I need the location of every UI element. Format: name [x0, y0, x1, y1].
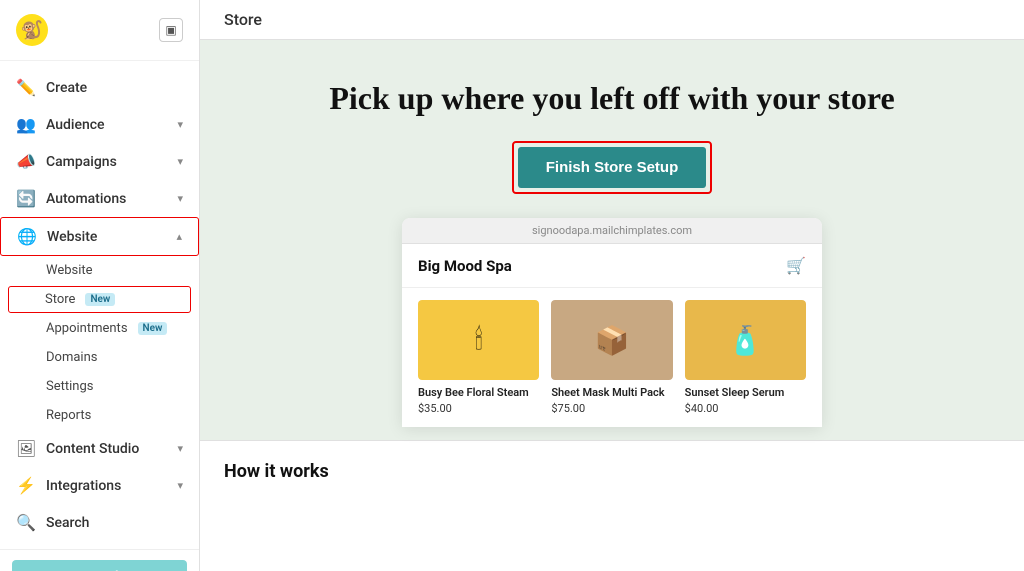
product-price-2: $75.00	[551, 402, 672, 415]
sidebar-nav: ✏️ Create 👥 Audience ▾ 📣 Campaigns ▾ 🔄 A…	[0, 61, 199, 549]
page-header: Store	[200, 0, 1024, 40]
preview-store-name: Big Mood Spa	[418, 257, 512, 275]
product-image-3: 🧴	[685, 300, 806, 380]
create-icon: ✏️	[16, 78, 36, 97]
sidebar-item-label: Create	[46, 80, 87, 96]
product-price-3: $40.00	[685, 402, 806, 415]
new-badge: New	[138, 322, 168, 335]
upgrade-button[interactable]: Upgrade	[12, 560, 187, 571]
sidebar-item-label: Campaigns	[46, 154, 117, 170]
finish-store-setup-button[interactable]: Finish Store Setup	[518, 147, 707, 188]
how-it-works-title: How it works	[224, 461, 329, 482]
sidebar-item-website-sub[interactable]: Website	[0, 256, 199, 285]
preview-product-3: 🧴 Sunset Sleep Serum $40.00	[685, 300, 806, 415]
store-preview-card: signoodapa.mailchimplates.com Big Mood S…	[402, 218, 822, 427]
automations-icon: 🔄	[16, 189, 36, 208]
chevron-down-icon: ▾	[177, 155, 183, 168]
how-it-works-section: How it works	[200, 440, 1024, 502]
sub-item-label: Settings	[46, 379, 93, 394]
product-name-1: Busy Bee Floral Steam	[418, 386, 539, 400]
sub-item-label: Domains	[46, 350, 97, 365]
search-icon: 🔍	[16, 513, 36, 532]
new-badge: New	[85, 293, 115, 306]
store-hero-section: Pick up where you left off with your sto…	[200, 40, 1024, 440]
preview-products-grid: 🕯 Busy Bee Floral Steam $35.00 📦 Sheet M…	[402, 288, 822, 427]
chevron-down-icon: ▾	[177, 479, 183, 492]
sub-item-label: Website	[46, 263, 93, 278]
sidebar-item-store-sub[interactable]: Store New	[8, 286, 191, 313]
preview-store-header: Big Mood Spa 🛒	[402, 244, 822, 288]
sidebar-item-integrations[interactable]: ⚡ Integrations ▾	[0, 467, 199, 504]
main-content: Store Pick up where you left off with yo…	[200, 0, 1024, 571]
sidebar-item-label: Automations	[46, 191, 126, 207]
chevron-up-icon: ▴	[176, 230, 182, 243]
sidebar-item-label: Integrations	[46, 478, 121, 494]
sidebar-item-audience[interactable]: 👥 Audience ▾	[0, 106, 199, 143]
sidebar-item-website[interactable]: 🌐 Website ▴	[0, 217, 199, 256]
chevron-down-icon: ▾	[177, 192, 183, 205]
mailchimp-logo: 🐒	[16, 14, 48, 46]
product-image-2: 📦	[551, 300, 672, 380]
sidebar: 🐒 ▣ ✏️ Create 👥 Audience ▾ 📣 Campaigns ▾…	[0, 0, 200, 571]
sub-item-label: Appointments	[46, 321, 128, 336]
sidebar-item-domains-sub[interactable]: Domains	[0, 343, 199, 372]
sidebar-item-settings-sub[interactable]: Settings	[0, 372, 199, 401]
chevron-down-icon: ▾	[177, 442, 183, 455]
toggle-icon: ▣	[165, 23, 176, 37]
campaigns-icon: 📣	[16, 152, 36, 171]
chevron-down-icon: ▾	[177, 118, 183, 131]
website-sub-nav: Website Store New Appointments New Domai…	[0, 256, 199, 430]
sidebar-item-campaigns[interactable]: 📣 Campaigns ▾	[0, 143, 199, 180]
content-studio-icon: 🖼	[16, 439, 36, 458]
sidebar-item-label: Search	[46, 515, 89, 531]
cart-icon: 🛒	[786, 256, 806, 275]
sidebar-item-reports-sub[interactable]: Reports	[0, 401, 199, 430]
hero-title: Pick up where you left off with your sto…	[329, 80, 894, 117]
product-image-1: 🕯	[418, 300, 539, 380]
sidebar-item-automations[interactable]: 🔄 Automations ▾	[0, 180, 199, 217]
preview-product-2: 📦 Sheet Mask Multi Pack $75.00	[551, 300, 672, 415]
product-name-2: Sheet Mask Multi Pack	[551, 386, 672, 400]
sidebar-header: 🐒 ▣	[0, 0, 199, 61]
sidebar-item-search[interactable]: 🔍 Search	[0, 504, 199, 541]
sidebar-item-content-studio[interactable]: 🖼 Content Studio ▾	[0, 430, 199, 467]
sidebar-item-label: Content Studio	[46, 441, 139, 457]
page-title: Store	[224, 10, 262, 29]
sidebar-item-appointments-sub[interactable]: Appointments New	[0, 314, 199, 343]
product-name-3: Sunset Sleep Serum	[685, 386, 806, 400]
sidebar-item-create[interactable]: ✏️ Create	[0, 69, 199, 106]
finish-setup-wrapper: Finish Store Setup	[512, 141, 713, 194]
logo-icon: 🐒	[21, 20, 43, 41]
sidebar-item-label: Website	[47, 229, 97, 245]
website-icon: 🌐	[17, 227, 37, 246]
audience-icon: 👥	[16, 115, 36, 134]
sidebar-footer: Upgrade	[0, 549, 199, 571]
sub-item-label: Reports	[46, 408, 91, 423]
integrations-icon: ⚡	[16, 476, 36, 495]
preview-url-bar: signoodapa.mailchimplates.com	[402, 218, 822, 244]
preview-product-1: 🕯 Busy Bee Floral Steam $35.00	[418, 300, 539, 415]
sidebar-toggle-button[interactable]: ▣	[159, 18, 183, 42]
sidebar-item-label: Audience	[46, 117, 105, 133]
product-price-1: $35.00	[418, 402, 539, 415]
sub-item-label: Store	[45, 292, 75, 307]
